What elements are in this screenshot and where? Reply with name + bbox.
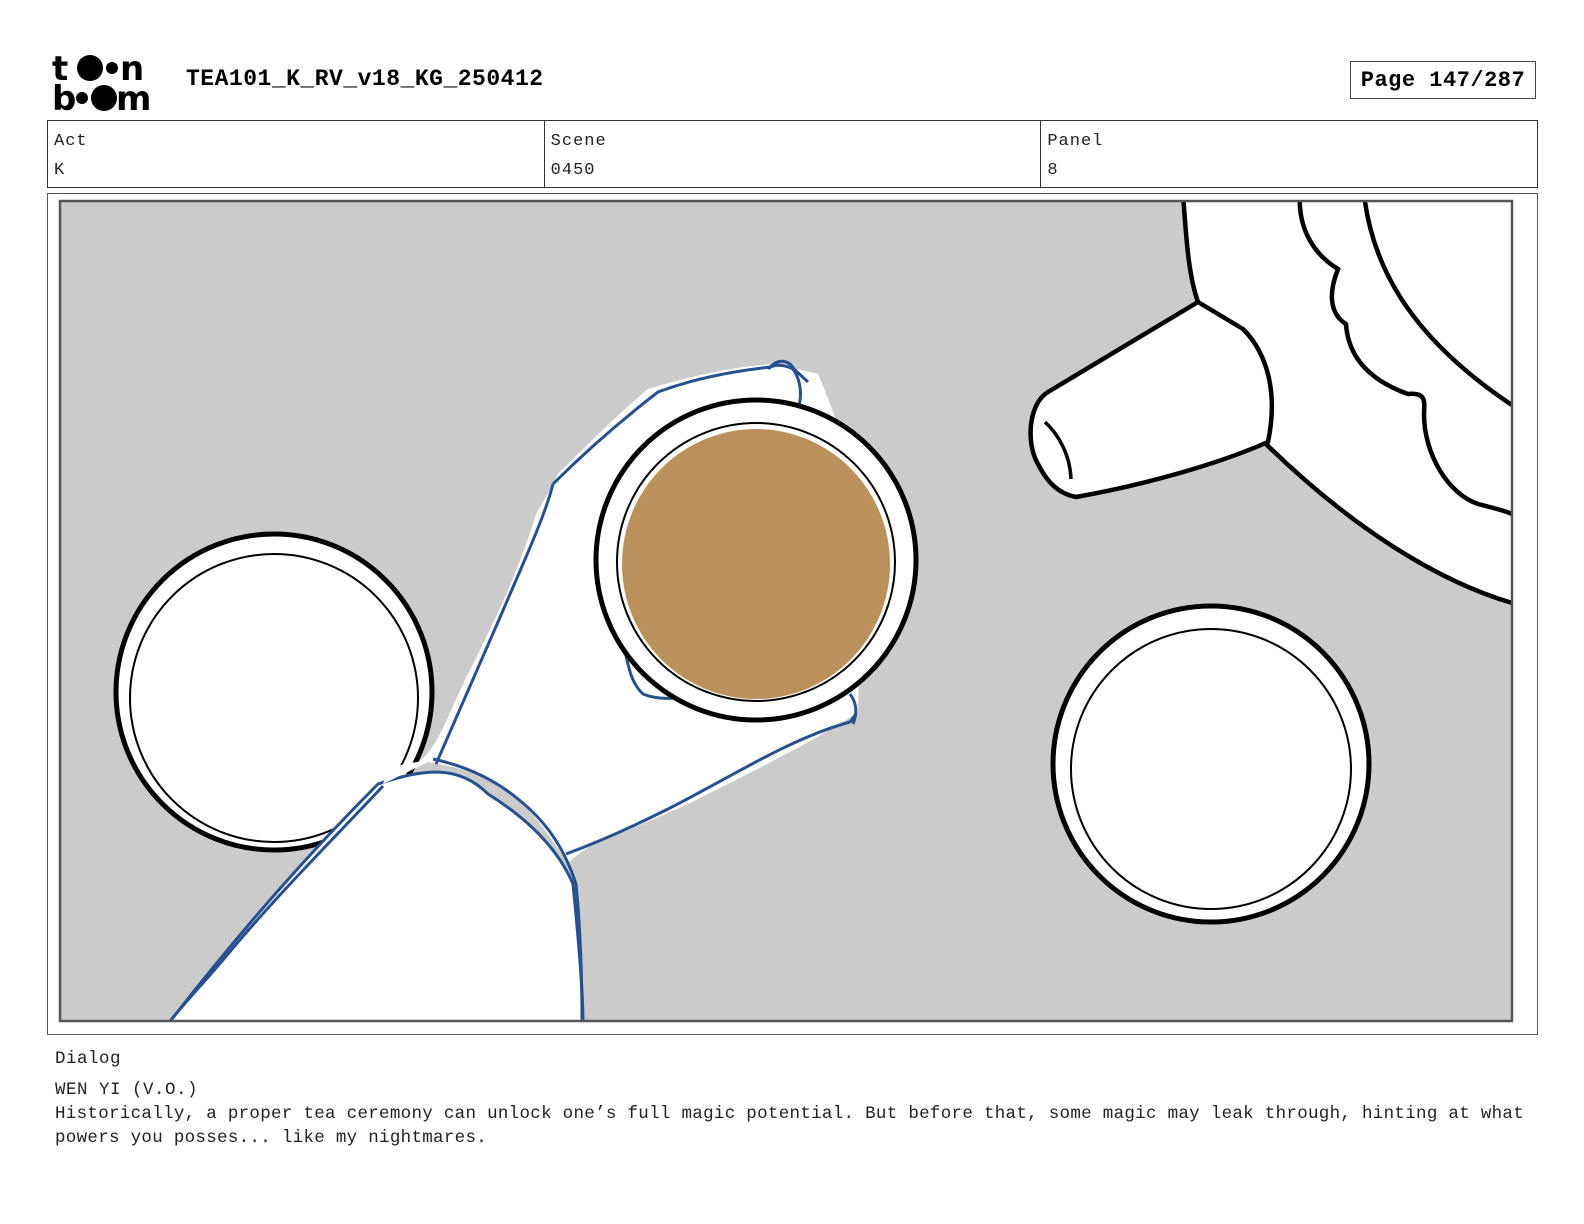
tea-liquid (622, 429, 890, 699)
tea-cup (593, 397, 919, 723)
act-value: K (54, 161, 66, 180)
dialog-speaker: WEN YI (V.O.) (55, 1080, 199, 1100)
empty-cup-right (1050, 603, 1372, 925)
scene-value: 0450 (550, 161, 596, 180)
toon-boom-logo: t n b m (52, 49, 164, 119)
shot-info-row: Act K Scene 0450 Panel 8 (47, 120, 1538, 188)
scene-cell: Scene 0450 (545, 121, 1042, 187)
act-cell: Act K (48, 121, 545, 187)
panel-artwork (58, 199, 1514, 1023)
panel-cell: Panel 8 (1041, 121, 1537, 187)
panel-value: 8 (1047, 161, 1059, 180)
panel-label: Panel (1047, 132, 1104, 151)
dialog-section: Dialog WEN YI (V.O.) Historically, a pro… (55, 1047, 1535, 1150)
svg-text:b: b (52, 79, 76, 112)
storyboard-panel (47, 193, 1538, 1035)
act-label: Act (54, 132, 88, 151)
dialog-heading: Dialog (55, 1049, 122, 1069)
document-title: TEA101_K_RV_v18_KG_250412 (186, 66, 544, 92)
svg-text:m: m (116, 79, 151, 112)
scene-label: Scene (550, 132, 607, 151)
page-indicator: Page 147/287 (1350, 61, 1536, 99)
dialog-text: Historically, a proper tea ceremony can … (55, 1104, 1525, 1148)
